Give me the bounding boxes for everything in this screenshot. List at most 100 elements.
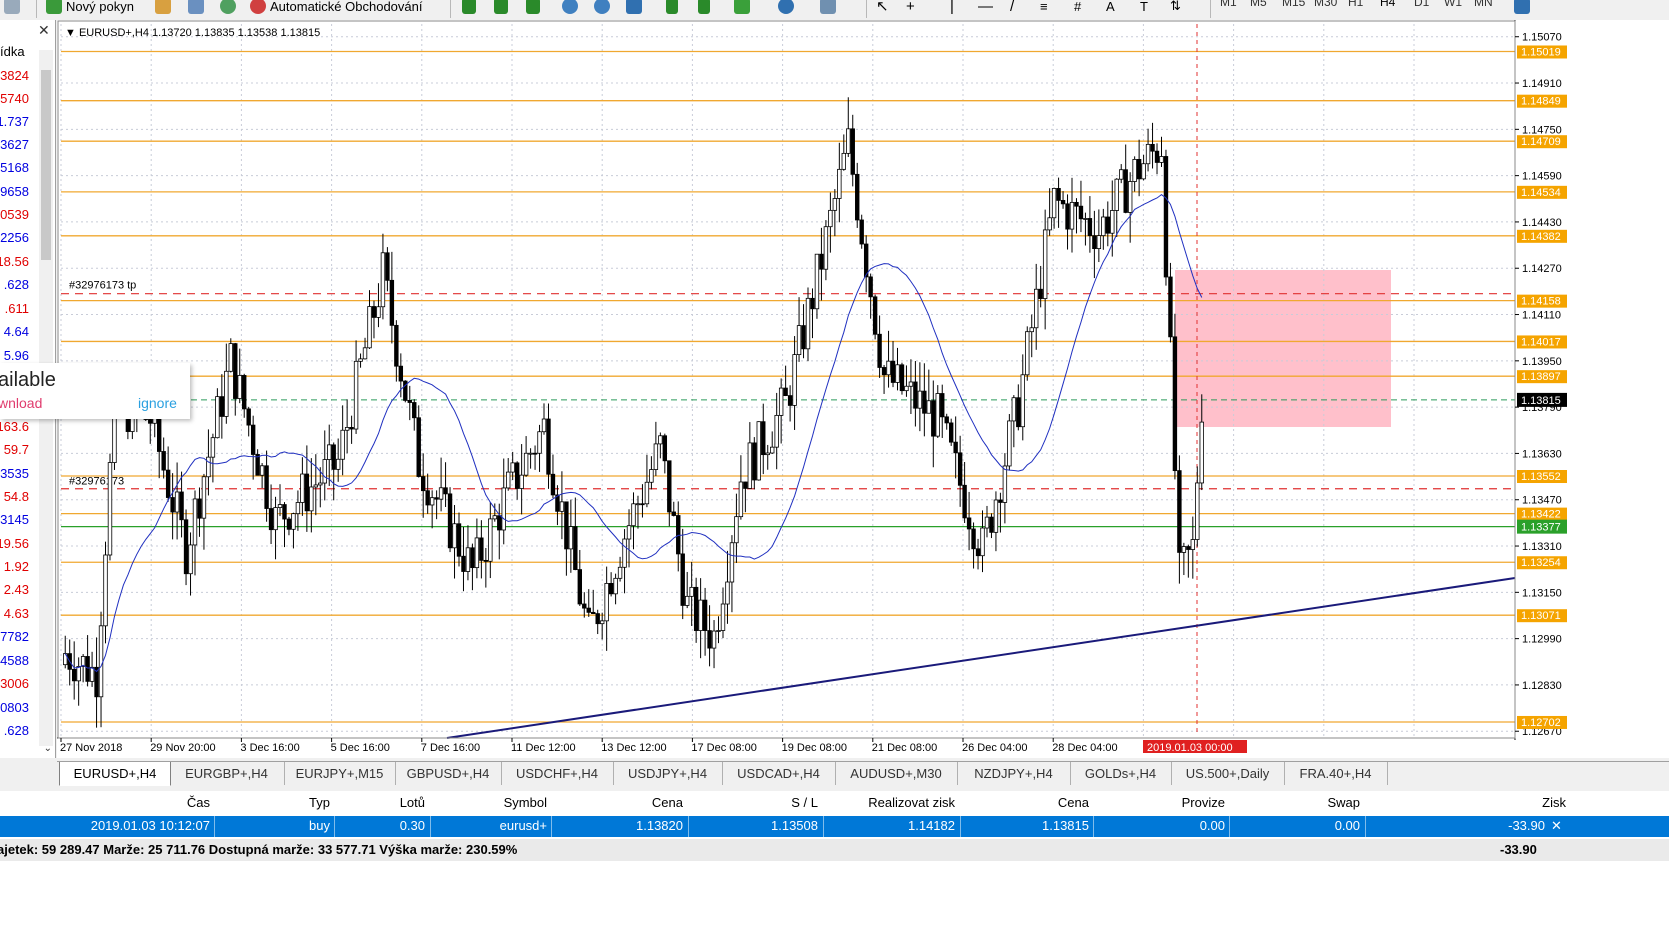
bar-chart-icon[interactable] [462, 0, 480, 18]
algo-trading-button[interactable]: Automatické Obchodování [250, 0, 422, 18]
scrollbar-thumb[interactable] [41, 70, 51, 260]
column-header[interactable]: Swap [1327, 795, 1360, 810]
candle-chart-icon[interactable] [494, 0, 512, 18]
templates-icon[interactable] [820, 0, 840, 18]
ignore-link[interactable]: ignore [138, 395, 177, 411]
tab-gbpusd-h4[interactable]: GBPUSD+,H4 [395, 762, 502, 785]
price-tick-label: 1.14590 [1522, 171, 1562, 183]
price-chart[interactable]: #32976173 tp #32976173 1.15070 1.14910 1.147… [57, 20, 1669, 758]
candle-body [810, 297, 815, 310]
candle-body [1101, 216, 1106, 237]
tab-usdjpy-h4[interactable]: USDJPY+,H4 [613, 762, 723, 785]
autoscroll-icon[interactable] [698, 0, 714, 18]
candle-body [344, 427, 350, 431]
download-link[interactable]: wnload [0, 395, 42, 411]
column-header[interactable]: Lotů [400, 795, 425, 810]
indicators-icon[interactable] [734, 0, 754, 18]
column-header[interactable]: Cena [652, 795, 683, 810]
column-header[interactable]: S / L [791, 795, 818, 810]
tab-eurusd-h4[interactable]: EURUSD+,H4 [59, 762, 171, 786]
candle-body [1186, 546, 1191, 550]
table-cell: buy [309, 818, 330, 833]
timeframe-m15[interactable]: M15 [1282, 0, 1305, 9]
column-header[interactable]: Symbol [504, 795, 547, 810]
zoom-icon[interactable] [4, 0, 24, 18]
cursor-icon[interactable]: ↖ [876, 0, 889, 18]
meta-editor-icon[interactable] [155, 0, 175, 18]
candle-body [309, 486, 314, 512]
candle-body [604, 583, 609, 622]
date-label: 17 Dec 08:00 [691, 742, 756, 754]
timeframe-m1[interactable]: M1 [1220, 0, 1237, 9]
timeframe-w1[interactable]: W1 [1444, 0, 1462, 9]
crosshair-icon[interactable]: + [906, 0, 915, 18]
text-icon[interactable]: A [1106, 0, 1115, 18]
label-icon[interactable]: T [1140, 0, 1148, 18]
tab-usdcad-h4[interactable]: USDCAD+,H4 [722, 762, 836, 785]
tab-nzdjpy-h4[interactable]: NZDJPY+,H4 [957, 762, 1071, 785]
candle-body [425, 490, 430, 506]
fibonacci-icon[interactable]: ≡ [1040, 0, 1048, 18]
horizontal-line-icon[interactable]: — [978, 0, 993, 18]
timeframe-m30[interactable]: M30 [1314, 0, 1337, 9]
channel-icon[interactable]: # [1074, 0, 1081, 18]
candle-body [161, 451, 166, 471]
account-summary-text: ajetek: 59 289.47 Marže: 25 711.76 Dostu… [0, 842, 518, 857]
candle-body [940, 393, 945, 418]
close-position-icon[interactable]: ✕ [1551, 818, 1562, 834]
candle-body [1199, 421, 1204, 484]
column-header[interactable]: Typ [309, 795, 330, 810]
candle-body [1074, 201, 1079, 207]
tile-windows-icon[interactable] [626, 0, 646, 18]
tab-golds-h4[interactable]: GOLDs+,H4 [1070, 762, 1172, 785]
tab-usdchf-h4[interactable]: USDCHF+,H4 [501, 762, 614, 785]
trendline-icon[interactable]: / [1010, 0, 1014, 18]
chevron-down-icon[interactable]: ⌄ [44, 743, 52, 754]
zoom-in-icon[interactable] [562, 0, 582, 18]
candle-body [501, 487, 506, 531]
zoom-out-icon[interactable] [594, 0, 614, 18]
market-watch-value: 4.64 [3, 324, 29, 339]
column-header[interactable]: Zisk [1542, 795, 1566, 810]
timeframe-h4[interactable]: H4 [1380, 0, 1395, 9]
candle-body [286, 518, 292, 530]
timeframe-m5[interactable]: M5 [1250, 0, 1267, 9]
market-watch-value: 0539 [0, 207, 29, 222]
tab-fra-40-h4[interactable]: FRA.40+,H4 [1284, 762, 1388, 785]
chart-shift-icon[interactable] [666, 0, 682, 18]
candle-body [1119, 169, 1124, 180]
chart-window[interactable]: #32976173 tp #32976173 1.15070 1.14910 1.147… [57, 20, 1669, 758]
arrows-icon[interactable]: ⇅ [1170, 0, 1181, 18]
candle-body [1007, 420, 1012, 467]
new-order-button[interactable]: Nový pokyn [46, 0, 134, 18]
date-label: 11 Dec 12:00 [511, 742, 576, 754]
tab-audusd-m30[interactable]: AUDUSD+,M30 [835, 762, 958, 785]
line-chart-icon[interactable] [526, 0, 544, 18]
close-icon[interactable]: ✕ [38, 22, 50, 39]
column-header[interactable]: Cena [1058, 795, 1089, 810]
table-cell: 1.13815 [1042, 818, 1089, 833]
table-row[interactable]: 2019.01.03 10:12:07 buy 0.30 eurusd+ 1.13820… [0, 816, 1669, 837]
timeframe-d1[interactable]: D1 [1414, 0, 1429, 9]
tab-eurgbp-h4[interactable]: EURGBP+,H4 [169, 762, 285, 785]
tab-us-500-daily[interactable]: US.500+,Daily [1171, 762, 1285, 785]
candle-body [1096, 235, 1102, 250]
candle-body [993, 499, 999, 533]
chart-window-icon[interactable] [1514, 0, 1534, 18]
timeframe-h1[interactable]: H1 [1348, 0, 1363, 9]
periods-icon[interactable] [778, 0, 798, 18]
column-header[interactable]: Čas [187, 795, 210, 810]
candle-body [76, 666, 81, 682]
signals-icon[interactable] [220, 0, 240, 18]
candle-body [318, 482, 323, 486]
column-header[interactable]: Realizovat zisk [868, 795, 955, 810]
candle-body [948, 422, 954, 443]
candle-body [819, 253, 824, 270]
column-header[interactable]: Provize [1182, 795, 1225, 810]
candle-body [107, 462, 113, 556]
tab-eurjpy-m15[interactable]: EURJPY+,M15 [284, 762, 396, 785]
column-separator [1229, 816, 1230, 837]
timeframe-mn[interactable]: MN [1474, 0, 1493, 9]
market-icon[interactable] [188, 0, 208, 18]
vertical-line-icon[interactable]: | [950, 0, 954, 18]
